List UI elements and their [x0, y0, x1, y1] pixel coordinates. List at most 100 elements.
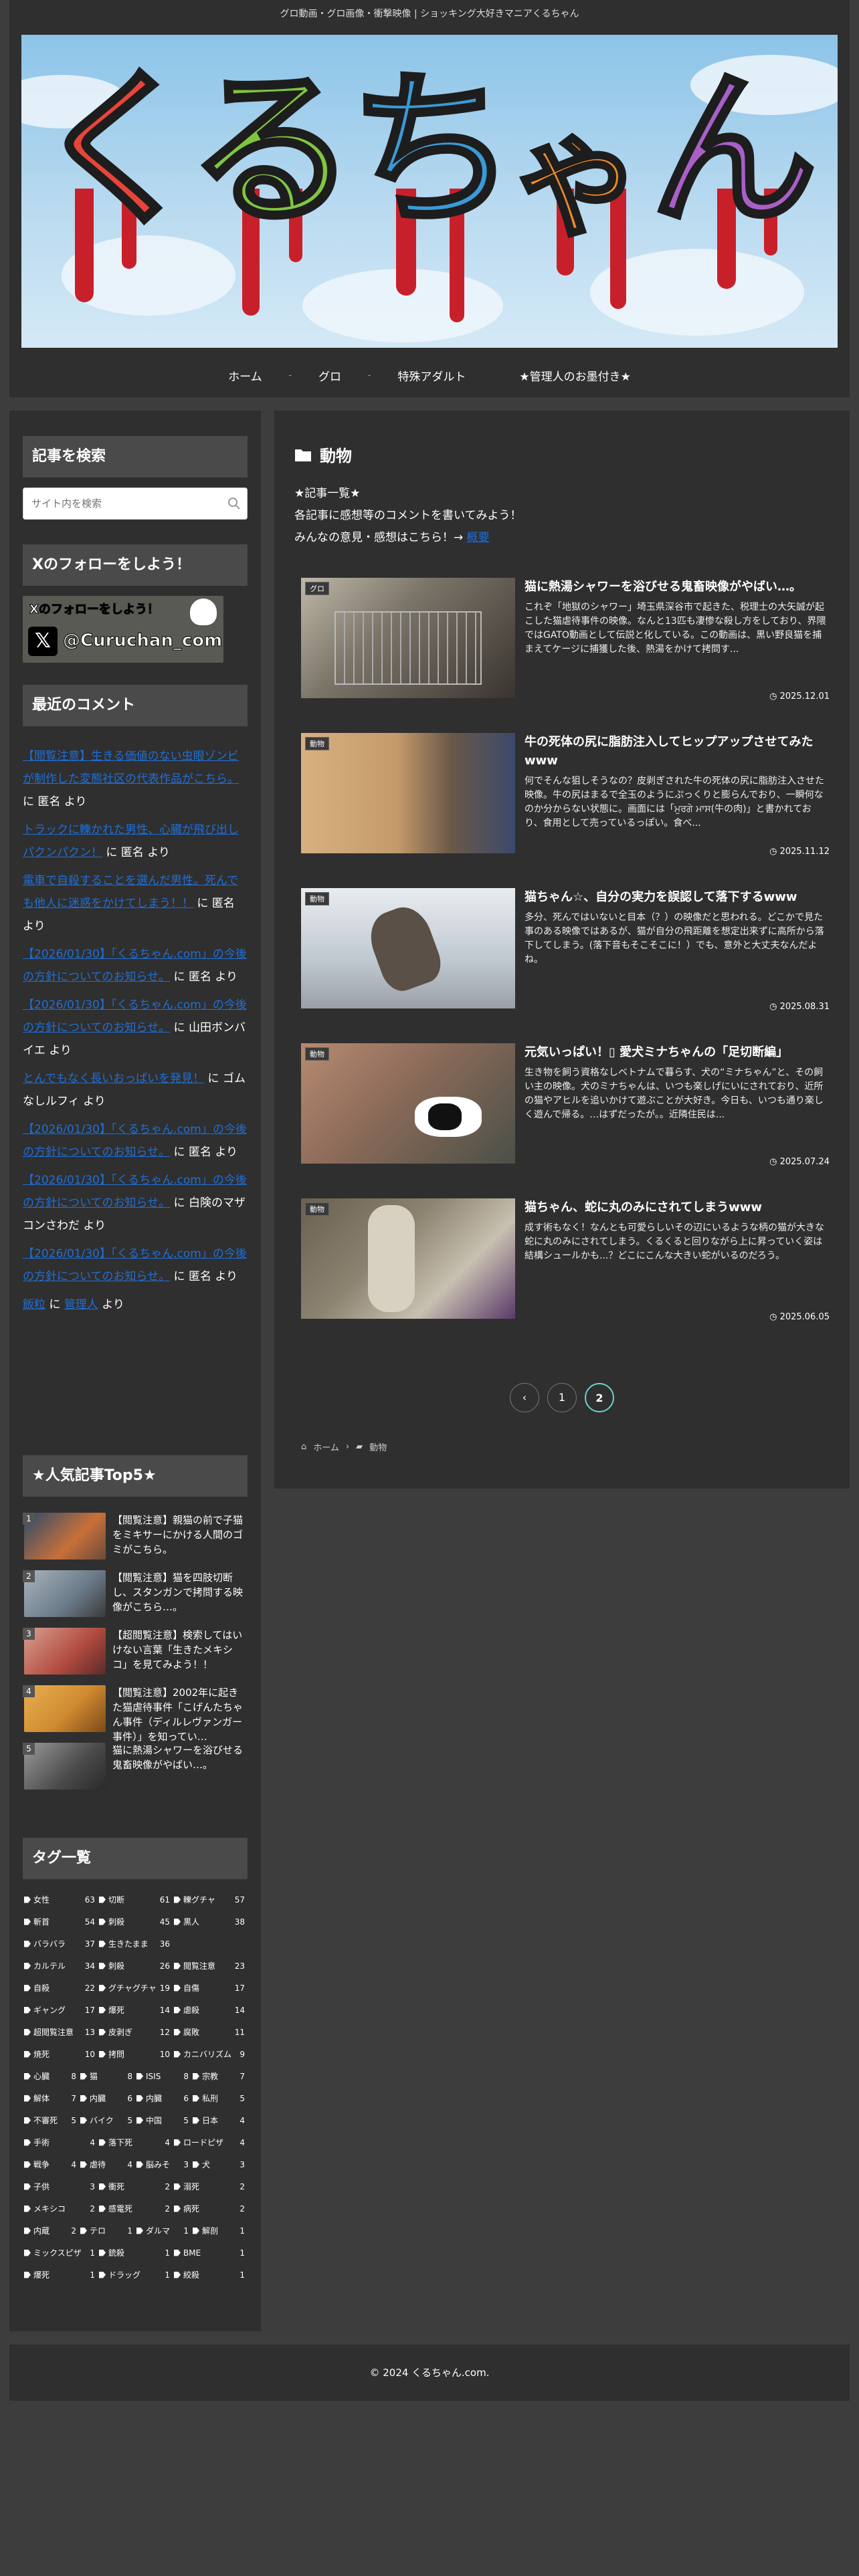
tag-link[interactable]: 刺殺 45: [99, 1916, 174, 1927]
ranking-title[interactable]: 【超閲覧注意】検索してはいけない言葉「生きたメキシコ」を見てみよう！！: [112, 1628, 246, 1672]
ranking-thumbnail[interactable]: [24, 1570, 106, 1617]
tag-link[interactable]: 切断 61: [99, 1894, 174, 1905]
tag-link[interactable]: 落下死 4: [99, 2137, 174, 2148]
search-icon[interactable]: [226, 496, 242, 512]
site-logo-banner[interactable]: く る ち ゃ ん: [21, 35, 838, 348]
tag-link[interactable]: 宗教 7: [193, 2070, 249, 2082]
article-title[interactable]: 猫ちゃん、蛇に丸のみにされてしまうwww: [524, 1198, 827, 1217]
ranking-title[interactable]: 猫に熱湯シャワーを浴びせる鬼畜映像がやばい…。: [112, 1743, 246, 1772]
article-card[interactable]: 動物 元気いっぱい！▯ 愛犬ミナちゃんの「足切断編」 生き物を飼う資格なしベトナ…: [301, 1043, 830, 1177]
tag-link[interactable]: 銃殺 1: [99, 2247, 174, 2258]
article-title[interactable]: 元気いっぱい！▯ 愛犬ミナちゃんの「足切断編」: [524, 1043, 827, 1062]
ranking-item[interactable]: 1 【閲覧注意】親猫の前で子猫をミキサーにかける人間のゴミがこちら。: [23, 1513, 248, 1570]
breadcrumb-home[interactable]: ホーム: [313, 1440, 339, 1453]
ranking-item[interactable]: 3 【超閲覧注意】検索してはいけない言葉「生きたメキシコ」を見てみよう！！: [23, 1628, 248, 1685]
nav-item-adult[interactable]: 特殊アダルト: [371, 367, 492, 384]
tag-link[interactable]: 女性 63: [24, 1894, 99, 1905]
ranking-thumbnail[interactable]: [24, 1628, 106, 1675]
tag-link[interactable]: 脳みそ 3: [136, 2159, 193, 2170]
ranking-item[interactable]: 4 【閲覧注意】2002年に起きた猫虐待事件「こげんたちゃん事件（ディルレヴァン…: [23, 1685, 248, 1743]
article-thumbnail[interactable]: [301, 1043, 515, 1164]
tag-link[interactable]: 焼死 10: [24, 2048, 99, 2060]
tag-link[interactable]: グチャグチャ 19: [99, 1982, 174, 1994]
article-card[interactable]: グロ 猫に熱湯シャワーを浴びせる鬼畜映像がやばい…。 これぞ「地獄のシャワー」埼…: [301, 578, 830, 712]
tag-link[interactable]: 斬首 54: [24, 1916, 99, 1927]
article-card[interactable]: 動物 牛の死体の尻に脂肪注入してヒップアップさせてみたwww 何でそんな狙しそう…: [301, 733, 830, 867]
tag-link[interactable]: 犬3: [193, 2159, 249, 2170]
tag-link[interactable]: 虐待 4: [80, 2159, 136, 2170]
tag-link[interactable]: 子供 3: [24, 2181, 99, 2192]
tag-link[interactable]: 日本 4: [193, 2115, 249, 2126]
nav-item-recommend[interactable]: ★管理人のお墨付き★: [492, 367, 657, 384]
tag-link[interactable]: BME 1: [174, 2248, 249, 2258]
tag-link[interactable]: 絞殺 1: [174, 2269, 249, 2280]
pagination-page-1[interactable]: 1: [547, 1383, 577, 1412]
tag-link[interactable]: 腐敗 11: [174, 2026, 249, 2038]
ranking-item[interactable]: 2 【閲覧注意】猫を四肢切断し、スタンガンで拷問する映像がこちら…。: [23, 1570, 248, 1628]
tag-link[interactable]: 猫8: [80, 2070, 136, 2082]
tag-link[interactable]: 爆死 14: [99, 2004, 174, 2016]
pagination-prev[interactable]: ‹: [510, 1383, 539, 1412]
tag-link[interactable]: 虐殺 14: [174, 2004, 249, 2016]
article-thumbnail[interactable]: [301, 578, 515, 698]
tag-link[interactable]: テロ 1: [80, 2225, 136, 2236]
breadcrumb-current[interactable]: 動物: [369, 1440, 387, 1453]
tag-link[interactable]: ダルマ 1: [136, 2225, 193, 2236]
tag-link[interactable]: 衝死 2: [99, 2181, 174, 2192]
article-card[interactable]: 動物 猫ちゃん☆、自分の実力を誤認して落下するwww 多分、死んではいないと目本…: [301, 888, 830, 1022]
ranking-title[interactable]: 【閲覧注意】親猫の前で子猫をミキサーにかける人間のゴミがこちら。: [112, 1513, 246, 1557]
tag-link[interactable]: 内臓 6: [80, 2092, 136, 2104]
article-title[interactable]: 猫に熱湯シャワーを浴びせる鬼畜映像がやばい…。: [524, 578, 827, 597]
ranking-thumbnail[interactable]: [24, 1743, 106, 1790]
tag-link[interactable]: 感電死 2: [99, 2203, 174, 2214]
tag-link[interactable]: 病死 2: [174, 2203, 249, 2214]
comment-link[interactable]: とんでもなく長いおっぱいを発見！: [23, 1072, 204, 1085]
article-title[interactable]: 牛の死体の尻に脂肪注入してヒップアップさせてみたwww: [524, 733, 827, 770]
tag-link[interactable]: 解剖 1: [193, 2225, 249, 2236]
tag-link[interactable]: バラバラ 37: [24, 1938, 99, 1949]
ranking-item[interactable]: 5 猫に熱湯シャワーを浴びせる鬼畜映像がやばい…。: [23, 1743, 248, 1800]
tag-link[interactable]: 内蔵 2: [24, 2225, 80, 2236]
tag-link[interactable]: 内臓 6: [136, 2092, 193, 2104]
tag-link[interactable]: 戦争 4: [24, 2159, 80, 2170]
ranking-title[interactable]: 【閲覧注意】2002年に起きた猫虐待事件「こげんたちゃん事件（ディルレヴァンガー…: [112, 1685, 246, 1744]
comment-author-link[interactable]: 管理人: [64, 1298, 98, 1311]
tag-link[interactable]: 拷問 10: [99, 2048, 174, 2060]
article-card[interactable]: 動物 猫ちゃん、蛇に丸のみにされてしまうwww 成す術もなく！なんとも可愛らしい…: [301, 1198, 830, 1332]
tag-link[interactable]: 手術 4: [24, 2137, 99, 2148]
tag-link[interactable]: 爆死 1: [24, 2269, 99, 2280]
nav-item-home[interactable]: ホーム: [201, 367, 289, 384]
overview-link[interactable]: 概要: [467, 531, 490, 544]
tag-link[interactable]: ドラッグ 1: [99, 2269, 174, 2280]
x-follow-banner[interactable]: Xのフォローをしよう！ 𝕏 @Curuchan_com: [23, 596, 223, 663]
tag-link[interactable]: 私刑 5: [193, 2092, 249, 2104]
tag-link[interactable]: 閲覧注意 23: [174, 1960, 249, 1971]
nav-item-guro[interactable]: グロ: [292, 367, 368, 384]
tag-link[interactable]: 轢グチャ 57: [174, 1894, 249, 1905]
tag-link[interactable]: ミックスピザ 1: [24, 2247, 99, 2258]
tag-link[interactable]: メキシコ 2: [24, 2203, 99, 2214]
article-thumbnail[interactable]: [301, 888, 515, 1008]
comment-link[interactable]: 飯粒: [23, 1298, 45, 1311]
tag-link[interactable]: バイク 5: [80, 2115, 136, 2126]
article-title[interactable]: 猫ちゃん☆、自分の実力を誤認して落下するwww: [524, 888, 827, 907]
tag-link[interactable]: 刺殺 26: [99, 1960, 174, 1971]
tag-link[interactable]: 生きたまま 36: [99, 1938, 174, 1949]
article-thumbnail[interactable]: [301, 1198, 515, 1319]
tag-link[interactable]: 自殺 22: [24, 1982, 99, 1994]
tag-link[interactable]: 不審死 5: [24, 2115, 80, 2126]
ranking-title[interactable]: 【閲覧注意】猫を四肢切断し、スタンガンで拷問する映像がこちら…。: [112, 1570, 246, 1614]
tag-link[interactable]: 皮剥ぎ 12: [99, 2026, 174, 2038]
article-thumbnail[interactable]: [301, 733, 515, 853]
tag-link[interactable]: ギャング 17: [24, 2004, 99, 2016]
tag-link[interactable]: カルテル 34: [24, 1960, 99, 1971]
tag-link[interactable]: 溺死 2: [174, 2181, 249, 2192]
tag-link[interactable]: 解体 7: [24, 2092, 80, 2104]
ranking-thumbnail[interactable]: [24, 1513, 106, 1560]
tag-link[interactable]: 超閲覧注意 13: [24, 2026, 99, 2038]
tag-link[interactable]: 自傷 17: [174, 1982, 249, 1994]
tag-link[interactable]: 黒人 38: [174, 1916, 249, 1927]
tag-link[interactable]: ロードピザ 4: [174, 2137, 249, 2148]
tag-link[interactable]: ISIS 8: [136, 2072, 193, 2081]
comment-link[interactable]: 【閲覧注意】生きる価値のない虫眼ゾンビが制作した変態社区の代表作品がこちら。: [23, 750, 239, 786]
